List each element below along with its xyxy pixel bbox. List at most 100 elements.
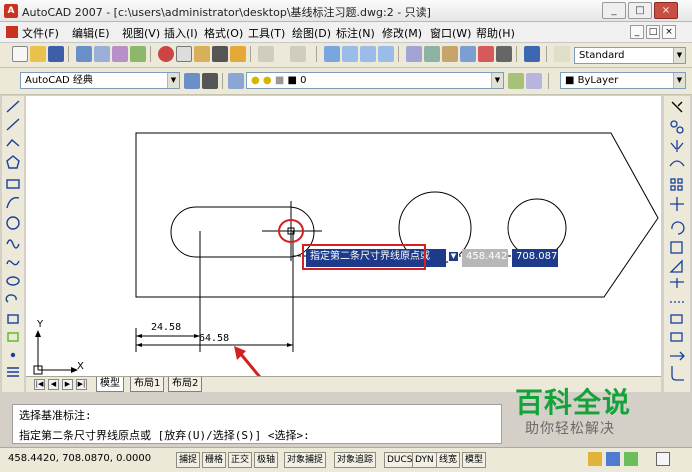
pan-icon[interactable]	[324, 46, 340, 62]
revcloud-icon[interactable]	[6, 239, 20, 249]
properties-icon[interactable]	[406, 46, 422, 62]
join-icon[interactable]	[670, 332, 683, 342]
text-style-select[interactable]: Standard ▼	[574, 47, 686, 64]
osnap-toggle[interactable]: 对象捕捉	[284, 452, 327, 468]
ellipse-arc-icon[interactable]	[5, 294, 17, 303]
move-icon[interactable]	[670, 197, 684, 211]
coordinate-readout[interactable]: 458.4420, 708.0870, 0.0000	[8, 453, 151, 464]
minimize-button[interactable]: _	[602, 2, 626, 19]
ortho-toggle[interactable]: 正交	[228, 452, 253, 468]
layer-manager-icon[interactable]	[228, 73, 244, 89]
lock-toolbar-icon[interactable]	[606, 452, 620, 466]
array-icon[interactable]	[670, 178, 676, 184]
dropdown-arrow-icon[interactable]: ▼	[448, 251, 459, 262]
polar-toggle[interactable]: 极轴	[254, 452, 279, 468]
drawing-canvas[interactable]: 24.58 64.58 Y X 指定第二条尺寸界线原点或 ▼ 458.442 7…	[26, 96, 661, 392]
cut-icon[interactable]	[158, 46, 174, 62]
model-toggle[interactable]: 模型	[462, 452, 487, 468]
doc-close-button[interactable]: ×	[662, 25, 676, 39]
markup-icon[interactable]	[478, 46, 494, 62]
stretch-icon[interactable]	[669, 259, 683, 273]
help-icon[interactable]	[524, 46, 540, 62]
snap-toggle[interactable]: 捕捉	[176, 452, 201, 468]
make-layer-current-icon[interactable]	[508, 73, 524, 89]
save-icon[interactable]	[48, 46, 64, 62]
grid-toggle[interactable]: 栅格	[202, 452, 227, 468]
etransmit-icon[interactable]	[130, 46, 146, 62]
menu-file[interactable]: 文件(F)	[22, 25, 59, 41]
layer-previous-icon[interactable]	[526, 73, 542, 89]
zoom-realtime-icon[interactable]	[342, 46, 358, 62]
communication-center-icon[interactable]	[588, 452, 602, 466]
otrack-toggle[interactable]: 对象追踪	[334, 452, 377, 468]
polyline-icon[interactable]	[6, 139, 20, 147]
document-icon[interactable]	[6, 26, 18, 38]
offset-icon[interactable]	[669, 160, 685, 167]
menu-window[interactable]: 窗口(W)	[430, 25, 471, 41]
next-tab-icon[interactable]: ▶	[62, 379, 73, 390]
plot-preview-icon[interactable]	[94, 46, 110, 62]
menu-edit[interactable]: 编辑(E)	[72, 25, 110, 41]
lineweight-toggle[interactable]: 线宽	[436, 452, 461, 468]
text-style-icon[interactable]	[554, 46, 570, 62]
color-select[interactable]: ■ ByLayer ▼	[560, 72, 686, 89]
maximize-button[interactable]: □	[628, 2, 652, 19]
trim-icon[interactable]	[670, 278, 684, 288]
arc-icon[interactable]	[6, 197, 20, 209]
block-editor-icon[interactable]	[230, 46, 246, 62]
tool-palettes-icon[interactable]	[442, 46, 458, 62]
dynamic-input-y[interactable]: 708.087	[512, 249, 558, 267]
polygon-icon[interactable]	[6, 155, 20, 169]
copy-object-icon[interactable]	[670, 120, 678, 128]
make-block-icon[interactable]	[7, 332, 19, 342]
calculator-icon[interactable]	[496, 46, 512, 62]
paste-icon[interactable]	[194, 46, 210, 62]
menu-help[interactable]: 帮助(H)	[476, 25, 515, 41]
command-prompt-line[interactable]: 指定第二条尺寸界线原点或 [放弃(U)/选择(S)] <选择>:	[19, 427, 310, 443]
dimension-text-small[interactable]: 24.58	[151, 322, 181, 333]
menu-modify[interactable]: 修改(M)	[382, 25, 422, 41]
menu-format[interactable]: 格式(O)	[204, 25, 243, 41]
prev-tab-icon[interactable]: ◀	[48, 379, 59, 390]
publish-icon[interactable]	[112, 46, 128, 62]
spline-icon[interactable]	[6, 260, 20, 266]
match-properties-icon[interactable]	[212, 46, 228, 62]
tab-layout1[interactable]: 布局1	[130, 377, 165, 392]
workspace-select[interactable]: AutoCAD 经典 ▼	[20, 72, 180, 89]
open-icon[interactable]	[30, 46, 46, 62]
dimension-text-large[interactable]: 64.58	[199, 333, 229, 344]
zoom-window-icon[interactable]	[360, 46, 376, 62]
doc-minimize-button[interactable]: _	[630, 25, 644, 39]
break-icon[interactable]	[670, 314, 683, 324]
point-icon[interactable]	[10, 352, 16, 358]
menu-draw[interactable]: 绘图(D)	[292, 25, 331, 41]
doc-restore-button[interactable]: □	[646, 25, 660, 39]
dyn-toggle[interactable]: DYN	[412, 452, 437, 468]
redo-icon[interactable]	[290, 46, 306, 62]
layer-select[interactable]: ● ● ■ ■ 0 ▼	[246, 72, 504, 89]
tab-model[interactable]: 模型	[96, 377, 124, 392]
ellipse-icon[interactable]	[6, 276, 20, 286]
fillet-icon[interactable]	[671, 366, 684, 381]
ducs-toggle[interactable]: DUCS	[384, 452, 416, 468]
close-button[interactable]: ×	[654, 2, 678, 19]
workspace-save-icon[interactable]	[202, 73, 218, 89]
erase-icon[interactable]	[671, 101, 683, 113]
mirror-icon[interactable]	[670, 140, 684, 152]
undo-icon[interactable]	[258, 46, 274, 62]
scale-icon[interactable]	[670, 241, 683, 254]
new-icon[interactable]	[12, 46, 28, 62]
last-tab-icon[interactable]: ▶|	[76, 379, 87, 390]
copy-icon[interactable]	[176, 46, 192, 62]
line-icon[interactable]	[6, 100, 20, 113]
design-center-icon[interactable]	[424, 46, 440, 62]
menu-dimension[interactable]: 标注(N)	[336, 25, 375, 41]
command-window[interactable]: 选择基准标注: 指定第二条尺寸界线原点或 [放弃(U)/选择(S)] <选择>:	[12, 404, 502, 444]
construction-line-icon[interactable]	[6, 118, 20, 131]
dynamic-input-x[interactable]: 458.442	[462, 249, 508, 267]
first-tab-icon[interactable]: |◀	[34, 379, 45, 390]
plot-icon[interactable]	[76, 46, 92, 62]
circle-icon[interactable]	[6, 216, 20, 230]
chamfer-icon[interactable]	[670, 351, 685, 361]
menu-view[interactable]: 视图(V)	[122, 25, 160, 41]
